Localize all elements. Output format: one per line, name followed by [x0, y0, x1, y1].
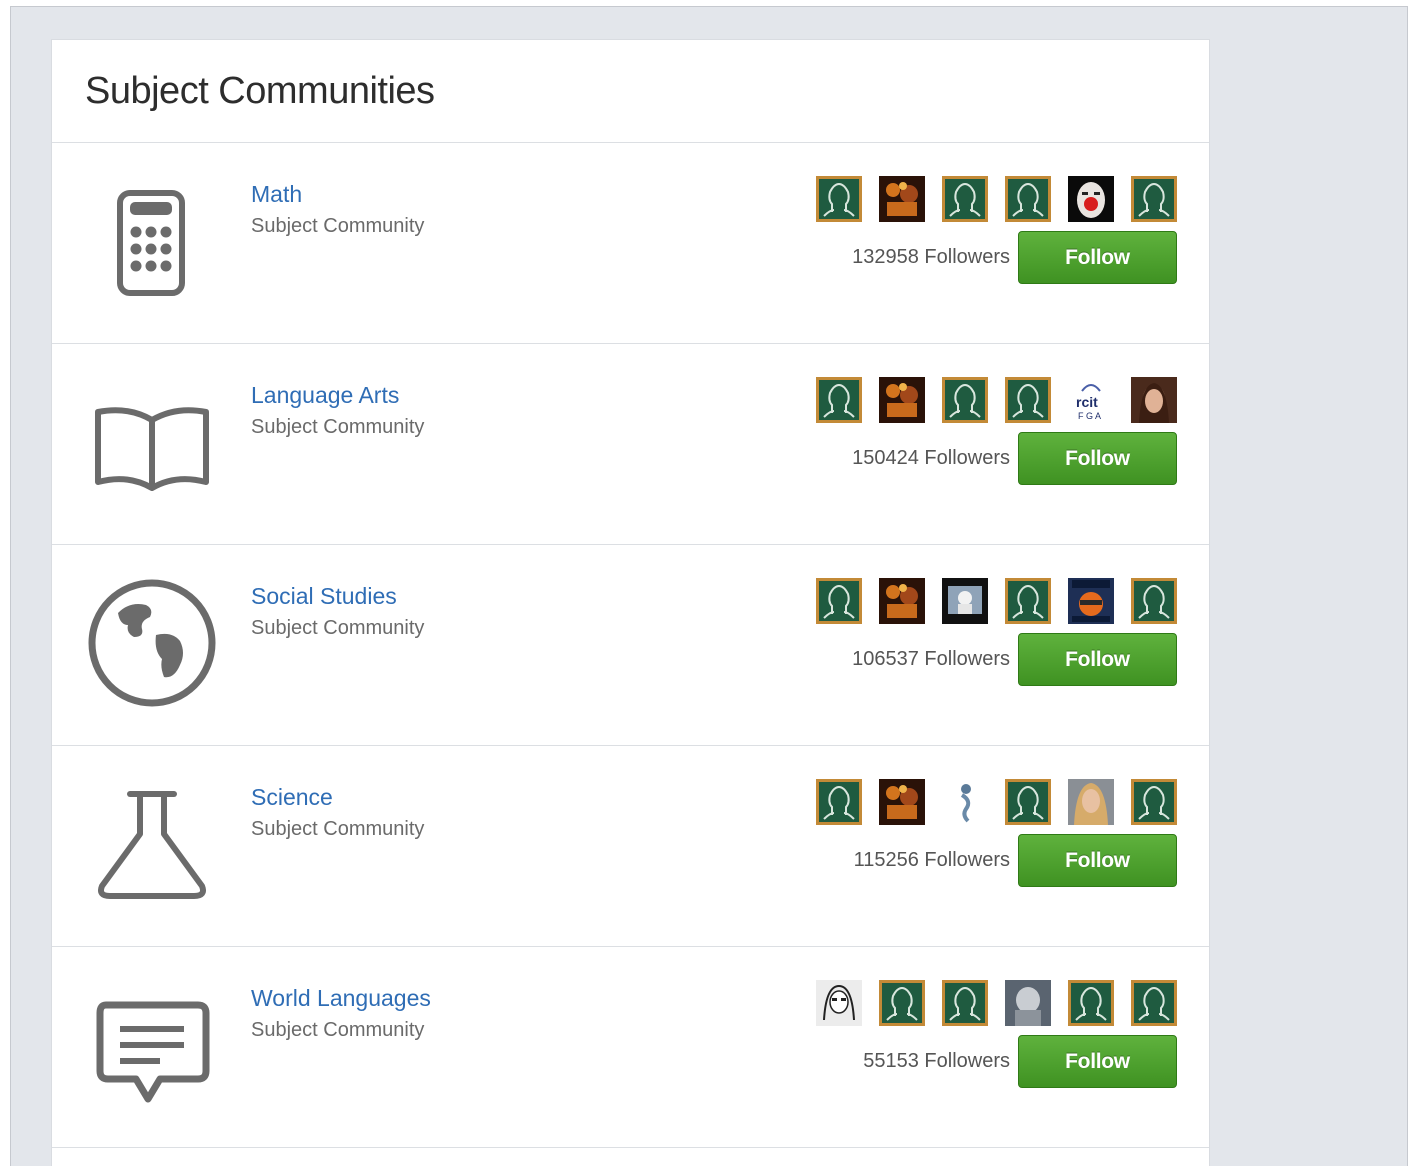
community-row: Science Subject Community 115256 Followers… — [52, 746, 1209, 947]
follower-count: 106537 Followers — [852, 648, 1010, 670]
follower-avatar[interactable] — [1131, 377, 1177, 423]
speech-bubble-icon[interactable] — [80, 973, 224, 1117]
follower-avatar[interactable] — [1005, 980, 1051, 1026]
card-header: Subject Communities — [52, 40, 1209, 143]
follower-avatar[interactable] — [816, 377, 862, 423]
follower-avatar[interactable] — [942, 176, 988, 222]
follower-avatar[interactable] — [1131, 578, 1177, 624]
community-type: Subject Community — [251, 416, 425, 438]
community-name-link[interactable]: Language Arts — [251, 380, 424, 410]
follower-avatar[interactable] — [816, 176, 862, 222]
follower-avatar[interactable] — [1005, 578, 1051, 624]
follower-avatar[interactable] — [816, 980, 862, 1026]
follow-button[interactable]: Follow — [1018, 633, 1177, 686]
community-row: Social Studies Subject Community 106537 Fo… — [52, 545, 1209, 746]
follower-avatar[interactable] — [1068, 980, 1114, 1026]
page-background: Subject Communities Math Subject Communit… — [10, 6, 1408, 1166]
follower-count: 55153 Followers — [863, 1050, 1010, 1072]
follower-avatar[interactable] — [879, 377, 925, 423]
follow-button[interactable]: Follow — [1018, 1035, 1177, 1088]
svg-text:F G A: F G A — [1078, 411, 1101, 421]
community-info: Math Subject Community — [251, 179, 424, 239]
open-book-icon[interactable] — [80, 370, 224, 514]
follower-avatar[interactable] — [942, 779, 988, 825]
follower-avatar[interactable] — [942, 578, 988, 624]
follow-button[interactable]: Follow — [1018, 834, 1177, 887]
subject-communities-card: Subject Communities Math Subject Communit… — [51, 39, 1210, 1166]
follower-avatar[interactable] — [879, 176, 925, 222]
follower-avatars: rcit F G A — [799, 377, 1177, 423]
follower-avatar[interactable] — [1068, 779, 1114, 825]
community-info: Language Arts Subject Community — [251, 380, 424, 440]
follower-avatar[interactable] — [1131, 779, 1177, 825]
community-info: Social Studies Subject Community — [251, 581, 424, 641]
community-type: Subject Community — [251, 818, 425, 840]
calculator-icon[interactable] — [80, 169, 224, 313]
follower-avatars — [799, 578, 1177, 624]
follower-avatar[interactable] — [879, 578, 925, 624]
follower-avatar[interactable] — [1005, 377, 1051, 423]
community-info: Science Subject Community — [251, 782, 424, 842]
svg-text:rcit: rcit — [1076, 394, 1098, 410]
follower-avatar[interactable] — [942, 980, 988, 1026]
community-name-link[interactable]: World Languages — [251, 983, 431, 1013]
follower-avatars — [799, 176, 1177, 222]
community-list: Math Subject Community 132958 Followers Fol… — [52, 143, 1209, 1148]
community-name-link[interactable]: Math — [251, 179, 424, 209]
community-info: World Languages Subject Community — [251, 983, 431, 1043]
follower-count: 132958 Followers — [852, 246, 1010, 268]
community-type: Subject Community — [251, 617, 425, 639]
follower-avatar[interactable] — [879, 980, 925, 1026]
community-type: Subject Community — [251, 1019, 425, 1041]
follow-button[interactable]: Follow — [1018, 231, 1177, 284]
community-row: Language Arts Subject Community rcit F G A 1… — [52, 344, 1209, 545]
follow-button[interactable]: Follow — [1018, 432, 1177, 485]
follower-avatar[interactable] — [942, 377, 988, 423]
community-type: Subject Community — [251, 215, 425, 237]
follower-avatar[interactable] — [1131, 176, 1177, 222]
follower-avatar[interactable] — [816, 779, 862, 825]
flask-icon[interactable] — [80, 772, 224, 916]
follower-avatar[interactable] — [1005, 176, 1051, 222]
follower-avatar[interactable] — [1068, 176, 1114, 222]
follower-avatars — [799, 980, 1177, 1026]
follower-avatar[interactable] — [879, 779, 925, 825]
follower-avatars — [799, 779, 1177, 825]
page-title: Subject Communities — [85, 70, 435, 112]
follower-avatar[interactable]: rcit F G A — [1068, 377, 1114, 423]
follower-avatar[interactable] — [1131, 980, 1177, 1026]
follower-avatar[interactable] — [1005, 779, 1051, 825]
community-row: Math Subject Community 132958 Followers Fol… — [52, 143, 1209, 344]
follower-count: 150424 Followers — [852, 447, 1010, 469]
follower-avatar[interactable] — [1068, 578, 1114, 624]
follower-avatar[interactable] — [816, 578, 862, 624]
globe-icon[interactable] — [80, 571, 224, 715]
community-row: World Languages Subject Community 55153 Fo… — [52, 947, 1209, 1148]
community-name-link[interactable]: Social Studies — [251, 581, 424, 611]
follower-count: 115256 Followers — [853, 849, 1010, 871]
community-name-link[interactable]: Science — [251, 782, 424, 812]
